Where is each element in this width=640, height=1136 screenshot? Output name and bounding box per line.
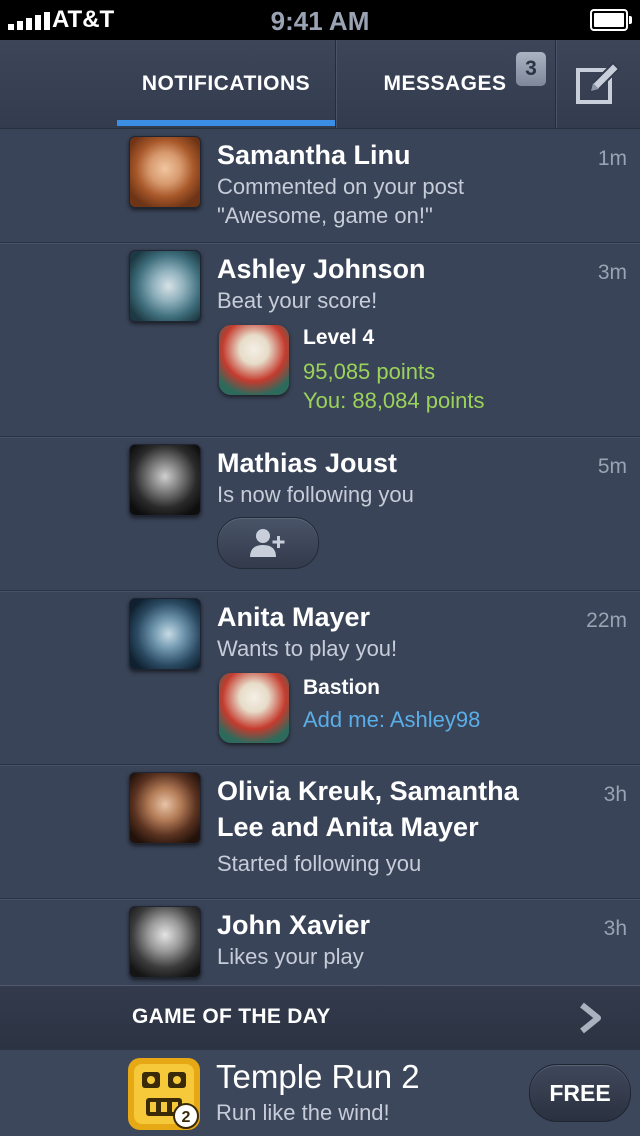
notification-text: Is now following you — [217, 482, 414, 507]
notification-item[interactable]: Olivia Kreuk, Samantha Lee and Anita May… — [0, 765, 640, 899]
friend-score: 95,085 points — [303, 359, 436, 384]
game-of-the-day-card[interactable]: 2 Temple Run 2 Run like the wind! FREE — [0, 1050, 640, 1136]
user-name[interactable]: Anita Mayer — [217, 599, 370, 635]
temple-run-icon: 2 — [128, 1058, 200, 1130]
notification-item[interactable]: Anita Mayer Wants to play you! 22m Basti… — [0, 591, 640, 765]
section-title: GAME OF THE DAY — [132, 1005, 331, 1028]
game-icon[interactable]: 2 — [128, 1058, 200, 1130]
timestamp: 5m — [597, 455, 627, 478]
notification-item[interactable]: Samantha Linu Commented on your post "Aw… — [0, 129, 640, 243]
tab-notifications[interactable]: NOTIFICATIONS — [117, 40, 335, 128]
notification-item[interactable]: Mathias Joust Is now following you 5m — [0, 437, 640, 591]
messages-count-badge: 3 — [516, 52, 546, 86]
avatar[interactable] — [129, 136, 201, 208]
tab-notifications-label: NOTIFICATIONS — [141, 72, 311, 95]
svg-text:2: 2 — [182, 1109, 191, 1126]
avatar[interactable] — [129, 250, 201, 322]
notification-text: Wants to play you! — [217, 636, 398, 661]
timestamp: 3h — [603, 783, 627, 806]
game-title: Temple Run 2 — [216, 1058, 420, 1095]
top-nav: NOTIFICATIONS MESSAGES 3 — [0, 40, 640, 129]
comment-text: "Awesome, game on!" — [217, 203, 433, 228]
notification-text: Started following you — [217, 851, 422, 876]
notification-list: Samantha Linu Commented on your post "Aw… — [0, 129, 640, 985]
game-icon[interactable] — [219, 673, 289, 743]
user-name[interactable]: John Xavier — [217, 907, 370, 943]
battery-icon — [590, 9, 632, 31]
add-me-link[interactable]: Add me: Ashley98 — [303, 707, 480, 733]
compose-icon — [576, 61, 621, 104]
follow-back-button[interactable] — [217, 517, 319, 569]
timestamp: 1m — [597, 147, 627, 170]
game-of-the-day-header[interactable]: GAME OF THE DAY — [0, 985, 640, 1051]
compose-button[interactable] — [556, 40, 640, 128]
get-free-button[interactable]: FREE — [529, 1064, 631, 1122]
user-name[interactable]: Samantha Linu — [217, 137, 411, 173]
game-description: Run like the wind! — [216, 1100, 390, 1125]
timestamp: 3m — [597, 261, 627, 284]
notification-item[interactable]: John Xavier Likes your play 3h — [0, 899, 640, 985]
timestamp: 22m — [586, 609, 627, 632]
your-score: You: 88,084 points — [303, 388, 485, 413]
avatar[interactable] — [129, 772, 201, 844]
notification-item[interactable]: Ashley Johnson Beat your score! 3m Level… — [0, 243, 640, 437]
notification-text: Likes your play — [217, 944, 364, 969]
clock: 9:41 AM — [270, 6, 370, 36]
chevron-right-icon — [580, 1002, 601, 1034]
add-user-icon — [250, 529, 285, 557]
avatar[interactable] — [129, 906, 201, 978]
selected-tab-indicator — [117, 120, 335, 126]
game-icon[interactable] — [219, 325, 289, 395]
user-names-line2[interactable]: Lee and Anita Mayer — [217, 809, 479, 845]
user-names-line1[interactable]: Olivia Kreuk, Samantha — [217, 773, 519, 809]
notification-text: Beat your score! — [217, 288, 378, 313]
avatar[interactable] — [129, 444, 201, 516]
status-bar: AT&T 9:41 AM — [0, 0, 640, 40]
avatar[interactable] — [129, 598, 201, 670]
tab-messages-label: MESSAGES — [383, 72, 507, 95]
notification-text: Commented on your post — [217, 174, 465, 199]
game-title: Level 4 — [303, 326, 375, 349]
user-name[interactable]: Ashley Johnson — [217, 251, 426, 287]
user-name[interactable]: Mathias Joust — [217, 445, 397, 481]
timestamp: 3h — [603, 917, 627, 940]
game-title: Bastion — [303, 676, 381, 699]
